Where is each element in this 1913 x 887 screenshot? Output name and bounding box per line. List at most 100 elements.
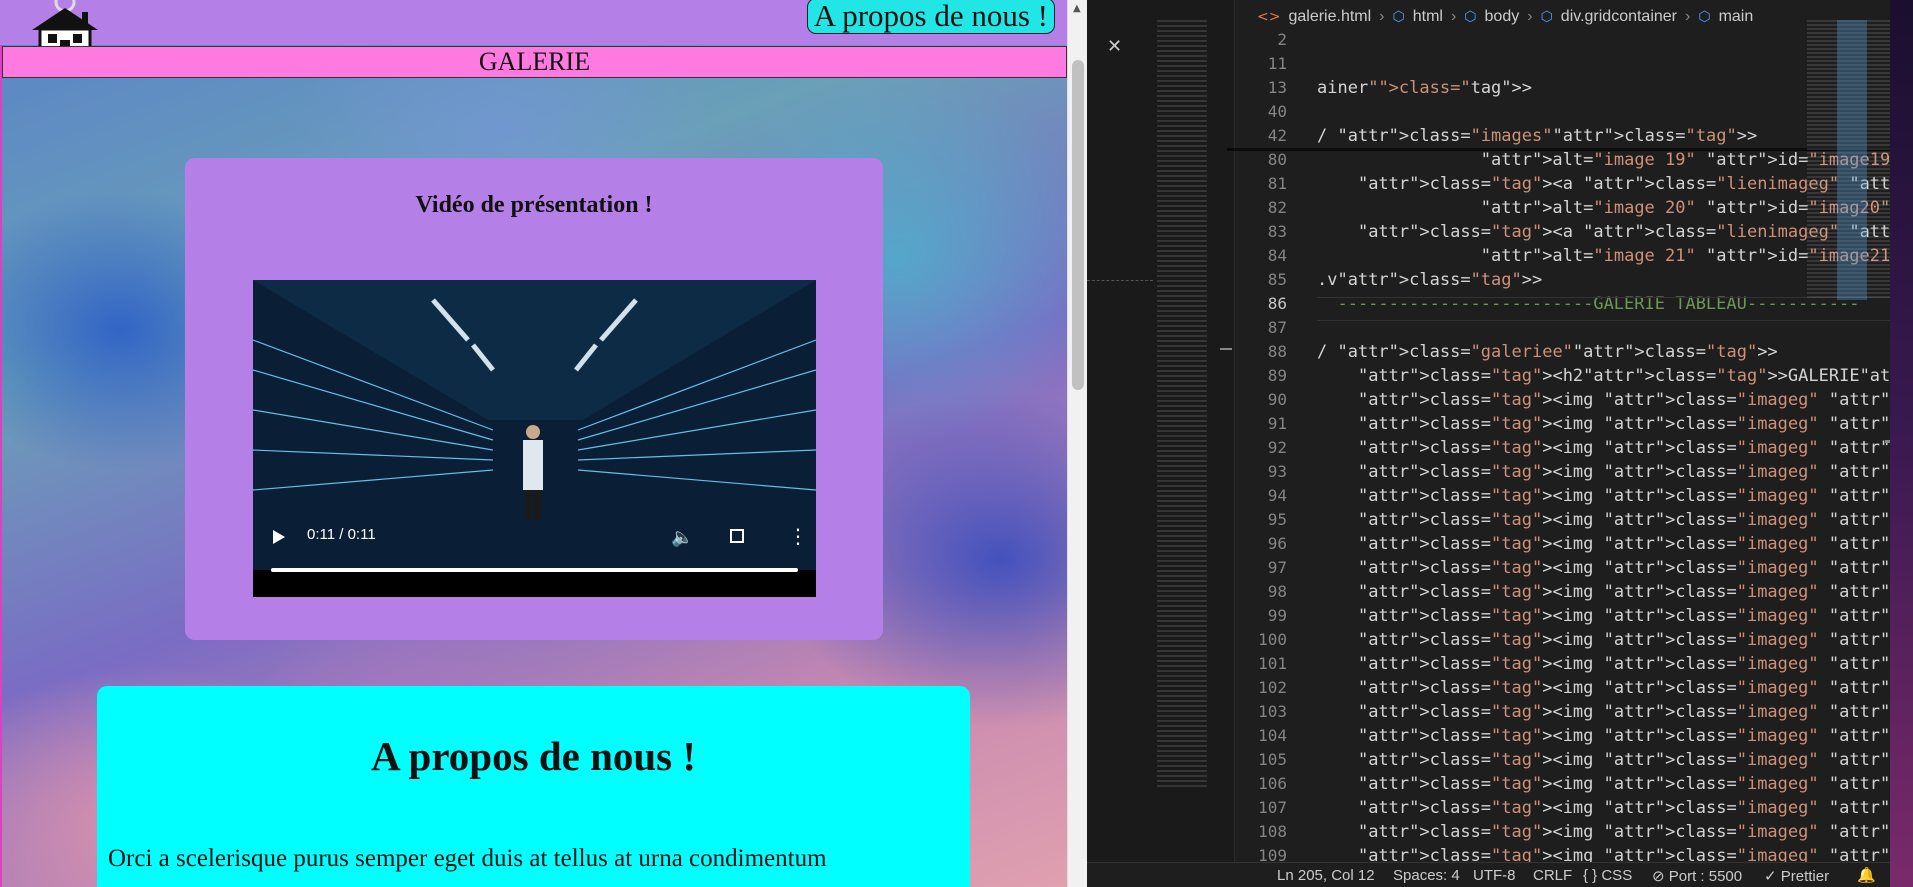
code-line[interactable]: "attr">class="tag"><img "attr">class="im…: [1317, 556, 1913, 580]
line-number: 80: [1267, 150, 1287, 169]
code-editor: ✕ <> galerie.html › ⬡ html › ⬡ body › ⬡ …: [1087, 0, 1913, 887]
chevron-right-icon: ›: [1527, 8, 1533, 25]
element-icon: ⬡: [1698, 9, 1711, 25]
panel-minimap[interactable]: [1157, 20, 1207, 790]
video-title: Vidéo de présentation !: [415, 192, 653, 218]
code-line[interactable]: "attr">class="tag"><img "attr">class="im…: [1317, 604, 1913, 628]
html-file-icon: <>: [1257, 9, 1281, 25]
element-icon: ⬡: [1464, 9, 1477, 25]
code-line[interactable]: "attr">class="tag"><h2"attr">class="tag"…: [1317, 364, 1913, 388]
window-edge: [0, 0, 2, 887]
element-icon: ⬡: [1540, 9, 1553, 25]
line-number: 88: [1267, 342, 1287, 361]
breadcrumb-item-html[interactable]: html: [1413, 8, 1443, 26]
line-number: 106: [1258, 774, 1287, 793]
code-line[interactable]: "attr">class="tag"><img "attr">class="im…: [1317, 748, 1913, 772]
line-number: 103: [1258, 702, 1287, 721]
status-bar: Ln 205, Col 12 Spaces: 4 UTF-8 CRLF { } …: [1087, 862, 1913, 887]
line-number: 86: [1267, 294, 1287, 313]
status-prettier[interactable]: ✓ Prettier: [1764, 867, 1829, 885]
breadcrumb-item-body[interactable]: body: [1485, 8, 1520, 26]
breadcrumb-item-main[interactable]: main: [1719, 8, 1754, 26]
line-number: 84: [1267, 246, 1287, 265]
line-number: 92: [1267, 438, 1287, 457]
breadcrumb-item-div[interactable]: div.gridcontainer: [1561, 8, 1677, 26]
line-number: 91: [1267, 414, 1287, 433]
status-language[interactable]: { } CSS: [1583, 867, 1632, 884]
line-number: 102: [1258, 678, 1287, 697]
about-card: A propos de nous ! Orci a scelerisque pu…: [97, 686, 970, 887]
code-line[interactable]: / "attr">class="galeriee""attr">class="t…: [1317, 340, 1897, 364]
line-number: 13: [1267, 78, 1287, 97]
code-line[interactable]: "attr">class="tag"><img "attr">class="im…: [1317, 796, 1913, 820]
chevron-right-icon: ›: [1450, 8, 1457, 25]
line-numbers: 2 11 13 40 42 80 81 82 83 84 85 86 87 88 89 90 91 92 93 94 9…: [1227, 28, 1287, 868]
about-title: A propos de nous !: [370, 733, 697, 779]
chevron-right-icon: ›: [1379, 8, 1385, 25]
breadcrumb: <> galerie.html › ⬡ html › ⬡ body › ⬡ di…: [1257, 6, 1753, 28]
video-player[interactable]: 0:11 / 0:11 🔈 ⋮: [253, 280, 816, 597]
status-indentation[interactable]: Spaces: 4: [1393, 867, 1460, 884]
volume-icon[interactable]: 🔈: [671, 527, 693, 548]
code-line[interactable]: "attr">class="tag"><img "attr">class="im…: [1317, 628, 1913, 652]
line-number: 87: [1267, 318, 1287, 337]
close-icon[interactable]: ✕: [1107, 36, 1122, 57]
chevron-right-icon: ›: [1685, 8, 1691, 25]
line-number: 97: [1267, 558, 1287, 577]
video-time: 0:11 / 0:11: [307, 526, 376, 543]
line-number: 98: [1267, 582, 1287, 601]
code-line[interactable]: "attr">class="tag"><img "attr">class="im…: [1317, 580, 1913, 604]
status-live-server-port[interactable]: ⊘ Port : 5500: [1652, 867, 1742, 885]
line-number: 100: [1258, 630, 1287, 649]
code-line[interactable]: "attr">class="tag"><img "attr">class="im…: [1317, 676, 1913, 700]
breadcrumb-item-file[interactable]: galerie.html: [1288, 8, 1371, 26]
desktop-wallpaper: [1890, 0, 1913, 887]
browser-preview: A propos de nous ! GALERIE Vidéo de prés…: [0, 0, 1067, 887]
code-line[interactable]: "attr">class="tag"><img "attr">class="im…: [1317, 532, 1913, 556]
active-line-highlight: [1317, 297, 1897, 321]
video-progress-bar[interactable]: [271, 568, 798, 572]
code-line[interactable]: "attr">class="tag"><img "attr">class="im…: [1317, 460, 1913, 484]
fullscreen-icon[interactable]: [730, 529, 744, 543]
line-number: 40: [1267, 102, 1287, 121]
line-number: 82: [1267, 198, 1287, 217]
minimap[interactable]: [1807, 20, 1893, 300]
code-line[interactable]: "attr">class="tag"><img "attr">class="im…: [1317, 508, 1913, 532]
line-number: 94: [1267, 486, 1287, 505]
code-line[interactable]: "attr">class="tag"><img "attr">class="im…: [1317, 388, 1913, 412]
scroll-up-arrow-icon[interactable]: ▲: [1073, 3, 1081, 14]
code-line[interactable]: "attr">class="tag"><img "attr">class="im…: [1317, 652, 1913, 676]
line-number: 85: [1267, 270, 1287, 289]
side-editor-panel: ✕: [1087, 0, 1235, 862]
code-line[interactable]: "attr">class="tag"><img "attr">class="im…: [1317, 820, 1913, 844]
line-number: 89: [1267, 366, 1287, 385]
galerie-heading: GALERIE: [2, 46, 1067, 78]
video-controls: 0:11 / 0:11 🔈 ⋮: [253, 520, 816, 570]
line-number: 42: [1267, 126, 1287, 145]
code-line[interactable]: "attr">class="tag"><img "attr">class="im…: [1317, 436, 1913, 460]
code-line[interactable]: "attr">class="tag"><img "attr">class="im…: [1317, 772, 1913, 796]
code-line[interactable]: "attr">class="tag"><img "attr">class="im…: [1317, 724, 1913, 748]
line-number: 105: [1258, 750, 1287, 769]
code-line[interactable]: "attr">class="tag"><img "attr">class="im…: [1317, 412, 1913, 436]
status-cursor-position[interactable]: Ln 205, Col 12: [1277, 867, 1375, 884]
line-number: 93: [1267, 462, 1287, 481]
line-number: 95: [1267, 510, 1287, 529]
line-number: 83: [1267, 222, 1287, 241]
play-icon[interactable]: [273, 530, 285, 544]
more-vert-icon[interactable]: ⋮: [788, 524, 808, 548]
status-eol[interactable]: CRLF: [1533, 867, 1572, 884]
panel-divider: [1087, 280, 1153, 281]
scroll-thumb[interactable]: [1072, 60, 1084, 390]
browser-scrollbar[interactable]: ▲: [1067, 0, 1087, 887]
line-number: 81: [1267, 174, 1287, 193]
code-line[interactable]: "attr">class="tag"><img "attr">class="im…: [1317, 700, 1913, 724]
line-number: 101: [1258, 654, 1287, 673]
line-number: 11: [1267, 54, 1287, 73]
line-number: 107: [1258, 798, 1287, 817]
site-header: A propos de nous !: [0, 0, 1067, 63]
nav-link-about[interactable]: A propos de nous !: [806, 0, 1055, 34]
code-line[interactable]: "attr">class="tag"><img "attr">class="im…: [1317, 484, 1913, 508]
bell-icon[interactable]: 🔔: [1857, 866, 1876, 884]
status-encoding[interactable]: UTF-8: [1473, 867, 1516, 884]
